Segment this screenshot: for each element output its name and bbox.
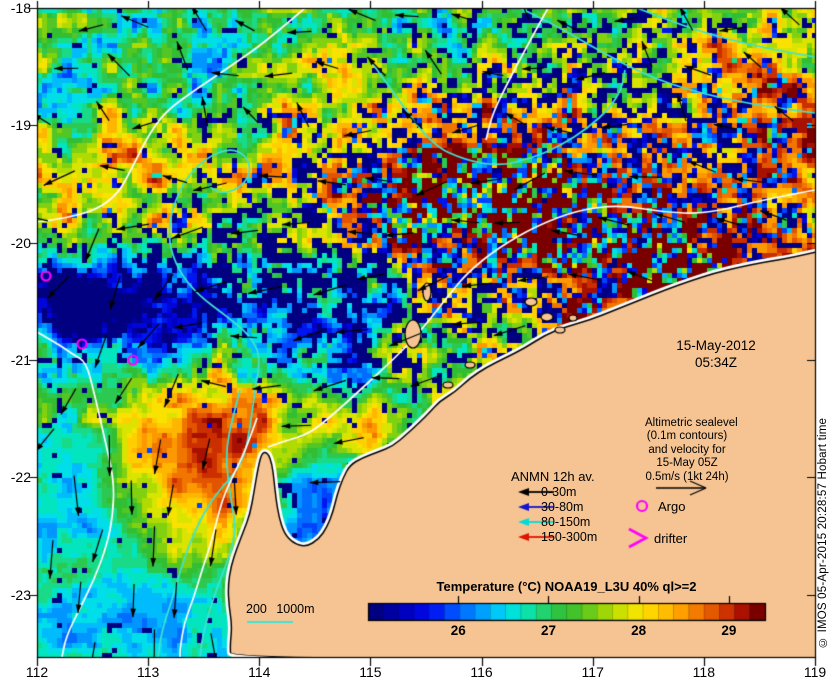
y-tick-label: -22: [10, 469, 31, 486]
y-tick-label: -20: [10, 234, 31, 251]
anmn-legend-item-label: 30-80m: [541, 500, 584, 514]
altimetric-note: Altimetric sealevel (0.1m contours) and ve…: [645, 417, 738, 484]
oceancurrent-sst-map-page: -18 -19 -20 -21 -22 -23 112 113 114 115 116 117 118…: [0, 0, 840, 680]
anmn-legend-title: ANMN 12h av.: [511, 469, 595, 484]
y-tick-label: -19: [10, 117, 31, 134]
x-tick-label: 117: [581, 664, 604, 680]
anmn-legend-item-label: 150-300m: [541, 530, 598, 544]
colorbar-tick-label: 27: [540, 623, 556, 638]
date-label: 15-May-2012: [676, 338, 756, 353]
altimetric-note-line: and velocity for: [648, 443, 726, 456]
y-tick-label: -21: [10, 352, 31, 369]
drifter-legend-label: drifter: [654, 531, 688, 546]
argo-legend-label: Argo: [658, 499, 686, 514]
depth-scale-label: 200 1000m: [246, 602, 315, 616]
colorbar-tick-label: 28: [631, 623, 647, 638]
colorbar-tick-label: 29: [721, 623, 737, 638]
time-label: 05:34Z: [694, 355, 738, 370]
x-tick-label: 119: [803, 664, 827, 680]
x-tick-label: 112: [25, 664, 49, 680]
anmn-legend-item-label: 0-30m: [541, 485, 577, 499]
y-tick-label: -23: [10, 586, 31, 603]
y-tick-label: -18: [10, 0, 31, 16]
timestamp-label: 15-May-2012 05:34Z: [646, 337, 786, 371]
imos-watermark: © IMOS 05-Apr-2015 20:28:57 Hobart time: [817, 417, 829, 648]
colorbar-title: Temperature (°C) NOAA19_L3U 40% ql>=2: [436, 579, 697, 594]
x-tick-label: 118: [692, 664, 715, 680]
x-tick-label: 113: [136, 664, 160, 680]
altimetric-note-line: Altimetric sealevel: [645, 417, 738, 429]
x-tick-label: 114: [248, 664, 271, 680]
altimetric-note-line: 0.5m/s (1kt 24h): [645, 470, 729, 483]
colorbar-tick-label: 26: [450, 623, 466, 638]
altimetric-note-line: (0.1m contours): [646, 430, 728, 443]
x-tick-label: 116: [470, 664, 493, 680]
altimetric-note-line: 15-May 05Z: [656, 457, 718, 470]
x-tick-label: 115: [359, 664, 382, 680]
anmn-legend-item-label: 80-150m: [541, 515, 591, 529]
